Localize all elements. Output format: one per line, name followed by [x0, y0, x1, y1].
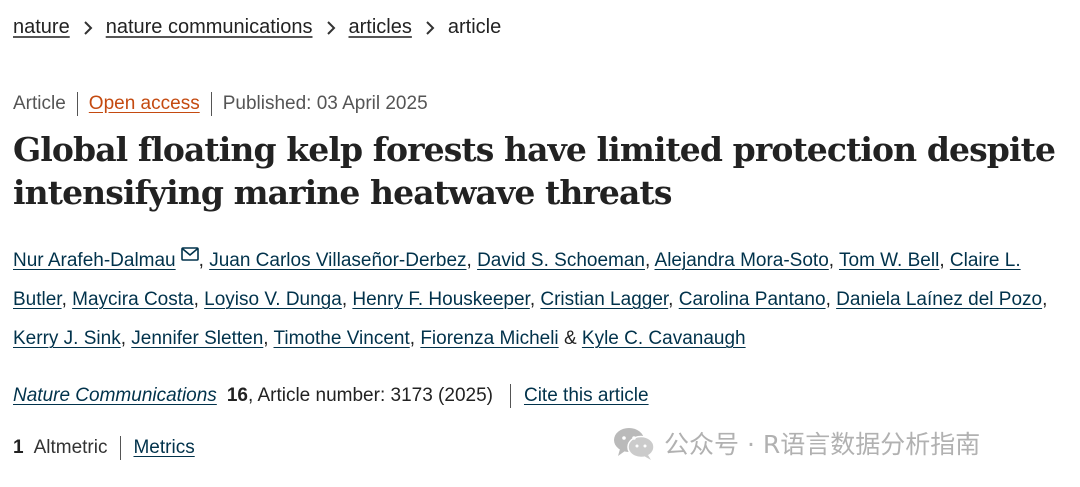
breadcrumb: nature nature communications articles ar…	[13, 16, 501, 39]
journal-link[interactable]: Nature Communications	[13, 385, 217, 407]
separator: ,	[193, 289, 199, 310]
cite-this-article-link[interactable]: Cite this article	[524, 385, 649, 407]
divider	[120, 436, 122, 460]
author-link[interactable]: Nur Arafeh-Dalmau	[13, 250, 176, 271]
breadcrumb-articles[interactable]: articles	[349, 16, 412, 39]
author-list: Nur Arafeh-Dalmau, Juan Carlos Villaseño…	[13, 241, 1071, 358]
separator: ,	[529, 289, 536, 310]
separator: ,	[466, 250, 472, 271]
ampersand: &	[563, 328, 577, 349]
breadcrumb-nature-communications[interactable]: nature communications	[106, 16, 313, 39]
watermark: 公众号 · R语言数据分析指南	[612, 425, 980, 461]
separator: ,	[668, 289, 674, 310]
article-header: nature nature communications articles ar…	[13, 0, 1068, 487]
article-type: Article	[13, 93, 66, 114]
volume-number: 16	[226, 385, 248, 406]
article-number: , Article number: 3173 (2025)	[247, 385, 493, 406]
watermark-text: 公众号 · R语言数据分析指南	[664, 430, 981, 459]
author-link[interactable]: Tom W. Bell	[839, 250, 939, 271]
separator: ,	[825, 289, 831, 310]
author-link[interactable]: Loyiso V. Dunga	[204, 289, 342, 310]
published-date: Published: 03 April 2025	[222, 93, 428, 114]
breadcrumb-current: article	[447, 16, 502, 38]
separator: ,	[409, 328, 416, 349]
separator: ,	[198, 250, 204, 271]
chevron-right-icon	[313, 20, 349, 35]
separator: ,	[1042, 289, 1048, 310]
author-link[interactable]: Alejandra Mora-Soto	[655, 250, 829, 271]
author-link[interactable]: Fiorenza Micheli	[420, 328, 558, 349]
citation-row: Nature Communications 16 , Article numbe…	[13, 384, 649, 408]
article-meta: Article Open access Published: 03 April …	[13, 92, 428, 116]
separator: ,	[828, 250, 835, 271]
metrics-row: 1 Altmetric Metrics	[13, 436, 195, 460]
author-link[interactable]: Kyle C. Cavanaugh	[582, 328, 746, 349]
divider	[210, 92, 212, 116]
metrics-link[interactable]: Metrics	[133, 437, 194, 459]
divider	[509, 384, 511, 408]
separator: ,	[939, 250, 945, 271]
open-access-link[interactable]: Open access	[89, 93, 200, 115]
breadcrumb-nature[interactable]: nature	[13, 16, 70, 39]
separator: ,	[120, 328, 126, 349]
separator: ,	[341, 289, 348, 310]
altmetric-label: Altmetric	[33, 437, 108, 458]
author-link[interactable]: Carolina Pantano	[679, 289, 826, 310]
altmetric-count: 1	[13, 437, 24, 458]
chevron-right-icon	[70, 20, 106, 35]
title-line-2: intensifying marine heatwave threats	[13, 173, 672, 212]
author-link[interactable]: Kerry J. Sink	[13, 328, 121, 349]
separator: ,	[263, 328, 269, 349]
divider	[76, 92, 78, 116]
wechat-icon	[614, 428, 655, 460]
title-line-1: Global floating kelp forests have limite…	[13, 130, 1056, 169]
author-link[interactable]: Timothe Vincent	[274, 328, 410, 349]
author-link[interactable]: Jennifer Sletten	[131, 328, 263, 349]
author-link[interactable]: Cristian Lagger	[540, 289, 668, 310]
author-link[interactable]: Henry F. Houskeeper	[352, 289, 529, 310]
chevron-right-icon	[412, 20, 448, 35]
author-link[interactable]: David S. Schoeman	[477, 250, 645, 271]
author-link[interactable]: Juan Carlos Villaseñor-Derbez	[209, 250, 466, 271]
mail-icon[interactable]	[180, 247, 199, 261]
separator: ,	[61, 289, 67, 310]
separator: ,	[645, 250, 651, 271]
author-link[interactable]: Maycira Costa	[72, 289, 193, 310]
page-title: Global floating kelp forests have limite…	[13, 128, 1063, 214]
author-link[interactable]: Daniela Laínez del Pozo	[836, 289, 1042, 310]
